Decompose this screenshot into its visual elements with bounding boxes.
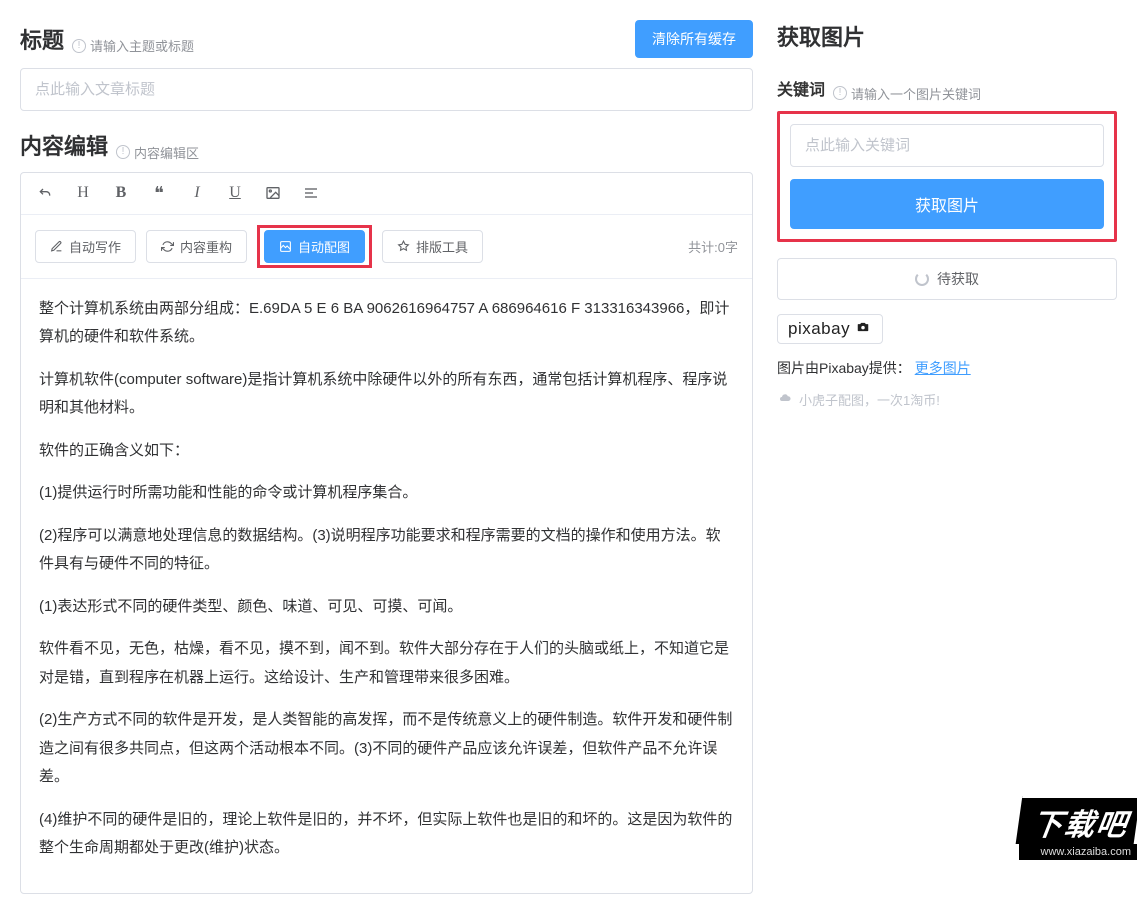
auto-write-label: 自动写作	[69, 237, 121, 256]
provider-line: 图片由Pixabay提供： 更多图片	[777, 358, 1117, 378]
auto-image-highlight: 自动配图	[257, 225, 372, 268]
undo-icon[interactable]	[35, 185, 55, 201]
action-toolbar: 自动写作 内容重构 自动配图 排版工具	[21, 215, 752, 279]
title-hint: ! 请输入主题或标题	[72, 36, 194, 55]
pending-button[interactable]: 待获取	[777, 258, 1117, 300]
cloud-icon	[777, 391, 793, 407]
content-area[interactable]: 整个计算机系统由两部分组成：E.69DA 5 E 6 BA 9062616964…	[21, 279, 752, 893]
article-title-input[interactable]	[20, 68, 753, 111]
pixabay-text: pixabay	[788, 319, 850, 339]
image-icon[interactable]	[263, 185, 283, 201]
content-paragraph: (1)表达形式不同的硬件类型、颜色、味道、可见、可摸、可闻。	[39, 593, 734, 622]
get-image-button[interactable]: 获取图片	[790, 179, 1104, 229]
title-label: 标题	[20, 23, 64, 55]
keyword-hint: ! 请输入一个图片关键词	[833, 84, 981, 103]
editor-hint-text: 内容编辑区	[134, 143, 199, 162]
format-toolbar: H B ❝ I U	[21, 173, 752, 215]
restructure-button[interactable]: 内容重构	[146, 230, 247, 263]
keyword-highlight-box: 获取图片	[777, 111, 1117, 242]
info-icon: !	[116, 145, 130, 159]
content-paragraph: 软件的正确含义如下：	[39, 437, 734, 466]
content-paragraph: (2)生产方式不同的软件是开发，是人类智能的高发挥，而不是传统意义上的硬件制造。…	[39, 706, 734, 792]
underline-icon[interactable]: U	[225, 184, 245, 202]
content-paragraph: (2)程序可以满意地处理信息的数据结构。(3)说明程序功能要求和程序需要的文档的…	[39, 522, 734, 579]
pixabay-badge: pixabay	[777, 314, 883, 344]
editor-hint: ! 内容编辑区	[116, 143, 199, 162]
quote-icon[interactable]: ❝	[149, 183, 169, 204]
footer-note: 小虎子配图，一次1淘币!	[777, 390, 1117, 409]
content-paragraph: 计算机软件(computer software)是指计算机系统中除硬件以外的所有…	[39, 366, 734, 423]
heading-icon[interactable]: H	[73, 184, 93, 202]
restructure-label: 内容重构	[180, 237, 232, 256]
pending-label: 待获取	[937, 269, 979, 289]
camera-icon	[854, 320, 872, 337]
bold-icon[interactable]: B	[111, 184, 131, 202]
title-header: 标题 ! 请输入主题或标题 清除所有缓存	[20, 20, 753, 58]
auto-image-label: 自动配图	[298, 237, 350, 256]
keyword-label: 关键词	[777, 76, 825, 100]
word-count: 共计:0字	[688, 237, 738, 256]
info-icon: !	[833, 86, 847, 100]
keyword-hint-text: 请输入一个图片关键词	[851, 84, 981, 103]
spinner-icon	[915, 272, 929, 286]
layout-tool-button[interactable]: 排版工具	[382, 230, 483, 263]
info-icon: !	[72, 39, 86, 53]
keyword-input[interactable]	[790, 124, 1104, 167]
content-paragraph: (4)维护不同的硬件是旧的，理论上软件是旧的，并不坏，但实际上软件也是旧的和坏的…	[39, 806, 734, 863]
align-icon[interactable]	[301, 185, 321, 201]
content-paragraph: (1)提供运行时所需功能和性能的命令或计算机程序集合。	[39, 479, 734, 508]
content-paragraph: 软件看不见，无色，枯燥，看不见，摸不到，闻不到。软件大部分存在于人们的头脑或纸上…	[39, 635, 734, 692]
title-hint-text: 请输入主题或标题	[90, 36, 194, 55]
footer-note-text: 小虎子配图，一次1淘币!	[799, 390, 940, 409]
provider-text: 图片由Pixabay提供：	[777, 360, 911, 376]
italic-icon[interactable]: I	[187, 184, 207, 202]
get-image-title: 获取图片	[777, 20, 1117, 52]
editor-box: H B ❝ I U 自动写作	[20, 172, 753, 894]
clear-cache-button[interactable]: 清除所有缓存	[635, 20, 753, 58]
auto-image-button[interactable]: 自动配图	[264, 230, 365, 263]
auto-write-button[interactable]: 自动写作	[35, 230, 136, 263]
layout-tool-label: 排版工具	[416, 237, 468, 256]
more-images-link[interactable]: 更多图片	[915, 360, 971, 376]
content-paragraph: 整个计算机系统由两部分组成：E.69DA 5 E 6 BA 9062616964…	[39, 295, 734, 352]
editor-header: 内容编辑 ! 内容编辑区	[20, 129, 753, 162]
editor-label: 内容编辑	[20, 129, 108, 161]
